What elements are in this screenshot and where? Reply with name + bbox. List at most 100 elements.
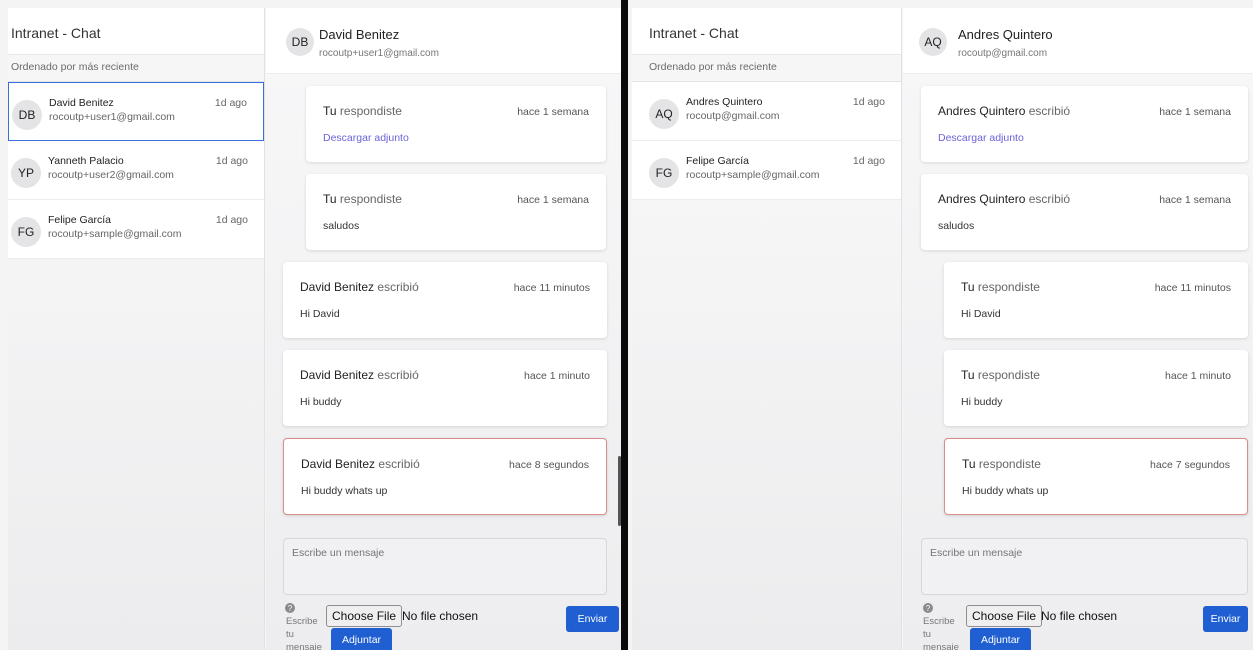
chat-contact-name: David Benitez — [319, 27, 400, 42]
message-card: Tu respondiste hace 11 minutos Hi David — [944, 262, 1248, 338]
message-time: hace 1 minuto — [524, 370, 590, 382]
download-attachment-link[interactable]: Descargar adjunto — [938, 132, 1024, 144]
avatar: DB — [12, 100, 42, 130]
contact-item[interactable]: FG Felipe García rocoutp+sample@gmail.co… — [632, 141, 901, 200]
message-text: Hi David — [300, 308, 340, 320]
download-attachment-link[interactable]: Descargar adjunto — [323, 132, 409, 144]
avatar: AQ — [919, 28, 947, 56]
contact-email: rocoutp+sample@gmail.com — [686, 169, 820, 181]
message-time: hace 1 minuto — [1165, 370, 1231, 382]
author-name: Tu — [323, 192, 337, 206]
message-time: hace 1 semana — [517, 106, 589, 118]
send-button[interactable]: Enviar — [566, 606, 619, 632]
message-time: hace 1 semana — [1159, 106, 1231, 118]
chat-contact-name: Andres Quintero — [958, 27, 1053, 42]
contact-name: Andres Quintero — [686, 96, 763, 108]
message-author: Tu respondiste — [323, 104, 402, 118]
author-name: Tu — [961, 280, 975, 294]
message-input[interactable] — [921, 538, 1248, 595]
chat-app-left: Intranet - Chat Ordenado por más recient… — [0, 0, 621, 650]
chat-header: DB David Benitez rocoutp+user1@gmail.com — [266, 8, 621, 74]
message-author: Tu respondiste — [961, 280, 1040, 294]
choose-file-button[interactable]: Choose File — [326, 605, 403, 627]
author-verb: escribió — [377, 280, 419, 294]
chat-header: AQ Andres Quintero rocoutp@gmail.com — [903, 8, 1253, 74]
avatar: FG — [649, 158, 679, 188]
file-status: No file chosen — [1041, 609, 1118, 623]
author-verb: respondiste — [339, 192, 402, 206]
message-input[interactable] — [283, 538, 607, 595]
author-name: David Benitez — [300, 280, 375, 294]
window-divider — [621, 0, 628, 650]
author-verb: escribió — [1028, 104, 1071, 118]
contact-name: Felipe García — [686, 155, 750, 167]
contact-item[interactable]: YP Yanneth Palacio rocoutp+user2@gmail.c… — [8, 141, 264, 200]
contact-email: rocoutp@gmail.com — [686, 110, 780, 122]
contact-item[interactable]: FG Felipe García rocoutp+sample@gmail.co… — [8, 200, 264, 259]
message-author: David Benitez escribió — [300, 368, 419, 382]
contact-name: Yanneth Palacio — [48, 155, 124, 167]
message-time: hace 1 semana — [517, 194, 589, 206]
message-card: Tu respondiste hace 1 minuto Hi buddy — [944, 350, 1248, 426]
sidebar: Intranet - Chat Ordenado por más recient… — [632, 8, 902, 650]
message-time: hace 8 segundos — [509, 459, 589, 471]
message-time: hace 1 semana — [1159, 194, 1231, 206]
chat-panel: AQ Andres Quintero rocoutp@gmail.com And… — [903, 8, 1253, 650]
message-author: Tu respondiste — [961, 368, 1040, 382]
author-verb: respondiste — [977, 280, 1040, 294]
message-card: David Benitez escribió hace 11 minutos H… — [283, 262, 607, 338]
message-text: saludos — [323, 220, 360, 232]
contact-email: rocoutp+sample@gmail.com — [48, 228, 182, 240]
chat-contact-email: rocoutp+user1@gmail.com — [319, 48, 439, 59]
help-text: Escribe tu mensaje — [923, 616, 959, 650]
author-verb: escribió — [1028, 192, 1071, 206]
contact-item[interactable]: AQ Andres Quintero rocoutp@gmail.com 1d … — [632, 82, 901, 141]
author-verb: respondiste — [977, 368, 1040, 382]
message-text: Hi buddy whats up — [301, 485, 388, 497]
message-author: Andres Quintero escribió — [938, 104, 1070, 118]
attach-button[interactable]: Adjuntar — [970, 628, 1031, 650]
avatar: DB — [286, 28, 314, 56]
message-card: Andres Quintero escribió hace 1 semana s… — [921, 174, 1248, 250]
message-time: hace 7 segundos — [1150, 459, 1230, 471]
message-author: Tu respondiste — [323, 192, 402, 206]
help-icon: ? — [285, 603, 295, 613]
message-time: hace 11 minutos — [513, 282, 590, 294]
message-card: Andres Quintero escribió hace 1 semana D… — [921, 86, 1248, 162]
contact-name: Felipe García — [48, 214, 112, 226]
author-name: Andres Quintero — [938, 104, 1026, 118]
author-name: Tu — [962, 457, 976, 471]
contact-time: 1d ago — [215, 214, 248, 226]
author-verb: escribió — [377, 368, 419, 382]
contact-item[interactable]: DB David Benitez rocoutp+user1@gmail.com… — [8, 82, 264, 141]
sidebar-title: Intranet - Chat — [8, 8, 264, 55]
help-icon: ? — [923, 603, 933, 613]
sidebar-title: Intranet - Chat — [632, 8, 901, 55]
contact-time: 1d ago — [852, 155, 885, 167]
attach-button[interactable]: Adjuntar — [331, 628, 392, 650]
contact-name: David Benitez — [49, 97, 114, 109]
contact-time: 1d ago — [215, 155, 248, 167]
message-author: Andres Quintero escribió — [938, 192, 1070, 206]
message-author: David Benitez escribió — [301, 457, 420, 471]
sort-label: Ordenado por más reciente — [632, 55, 901, 82]
contact-time: 1d ago — [214, 97, 247, 109]
message-author: David Benitez escribió — [300, 280, 419, 294]
chat-app-right: Intranet - Chat Ordenado por más recient… — [628, 0, 1253, 650]
sort-label: Ordenado por más reciente — [8, 55, 264, 82]
send-button[interactable]: Enviar — [1203, 606, 1248, 632]
avatar: AQ — [649, 99, 679, 129]
file-status: No file chosen — [402, 609, 479, 623]
message-card: Tu respondiste hace 1 semana saludos — [306, 174, 606, 250]
message-card: Tu respondiste hace 1 semana Descargar a… — [306, 86, 606, 162]
author-name: Andres Quintero — [938, 192, 1026, 206]
message-card-new: David Benitez escribió hace 8 segundos H… — [283, 438, 607, 515]
contact-time: 1d ago — [852, 96, 885, 108]
contact-email: rocoutp+user2@gmail.com — [48, 169, 174, 181]
message-card-new: Tu respondiste hace 7 segundos Hi buddy … — [944, 438, 1248, 515]
author-name: Tu — [961, 368, 975, 382]
message-time: hace 11 minutos — [1154, 282, 1231, 294]
avatar: YP — [11, 158, 41, 188]
choose-file-button[interactable]: Choose File — [966, 605, 1043, 627]
author-name: David Benitez — [301, 457, 376, 471]
